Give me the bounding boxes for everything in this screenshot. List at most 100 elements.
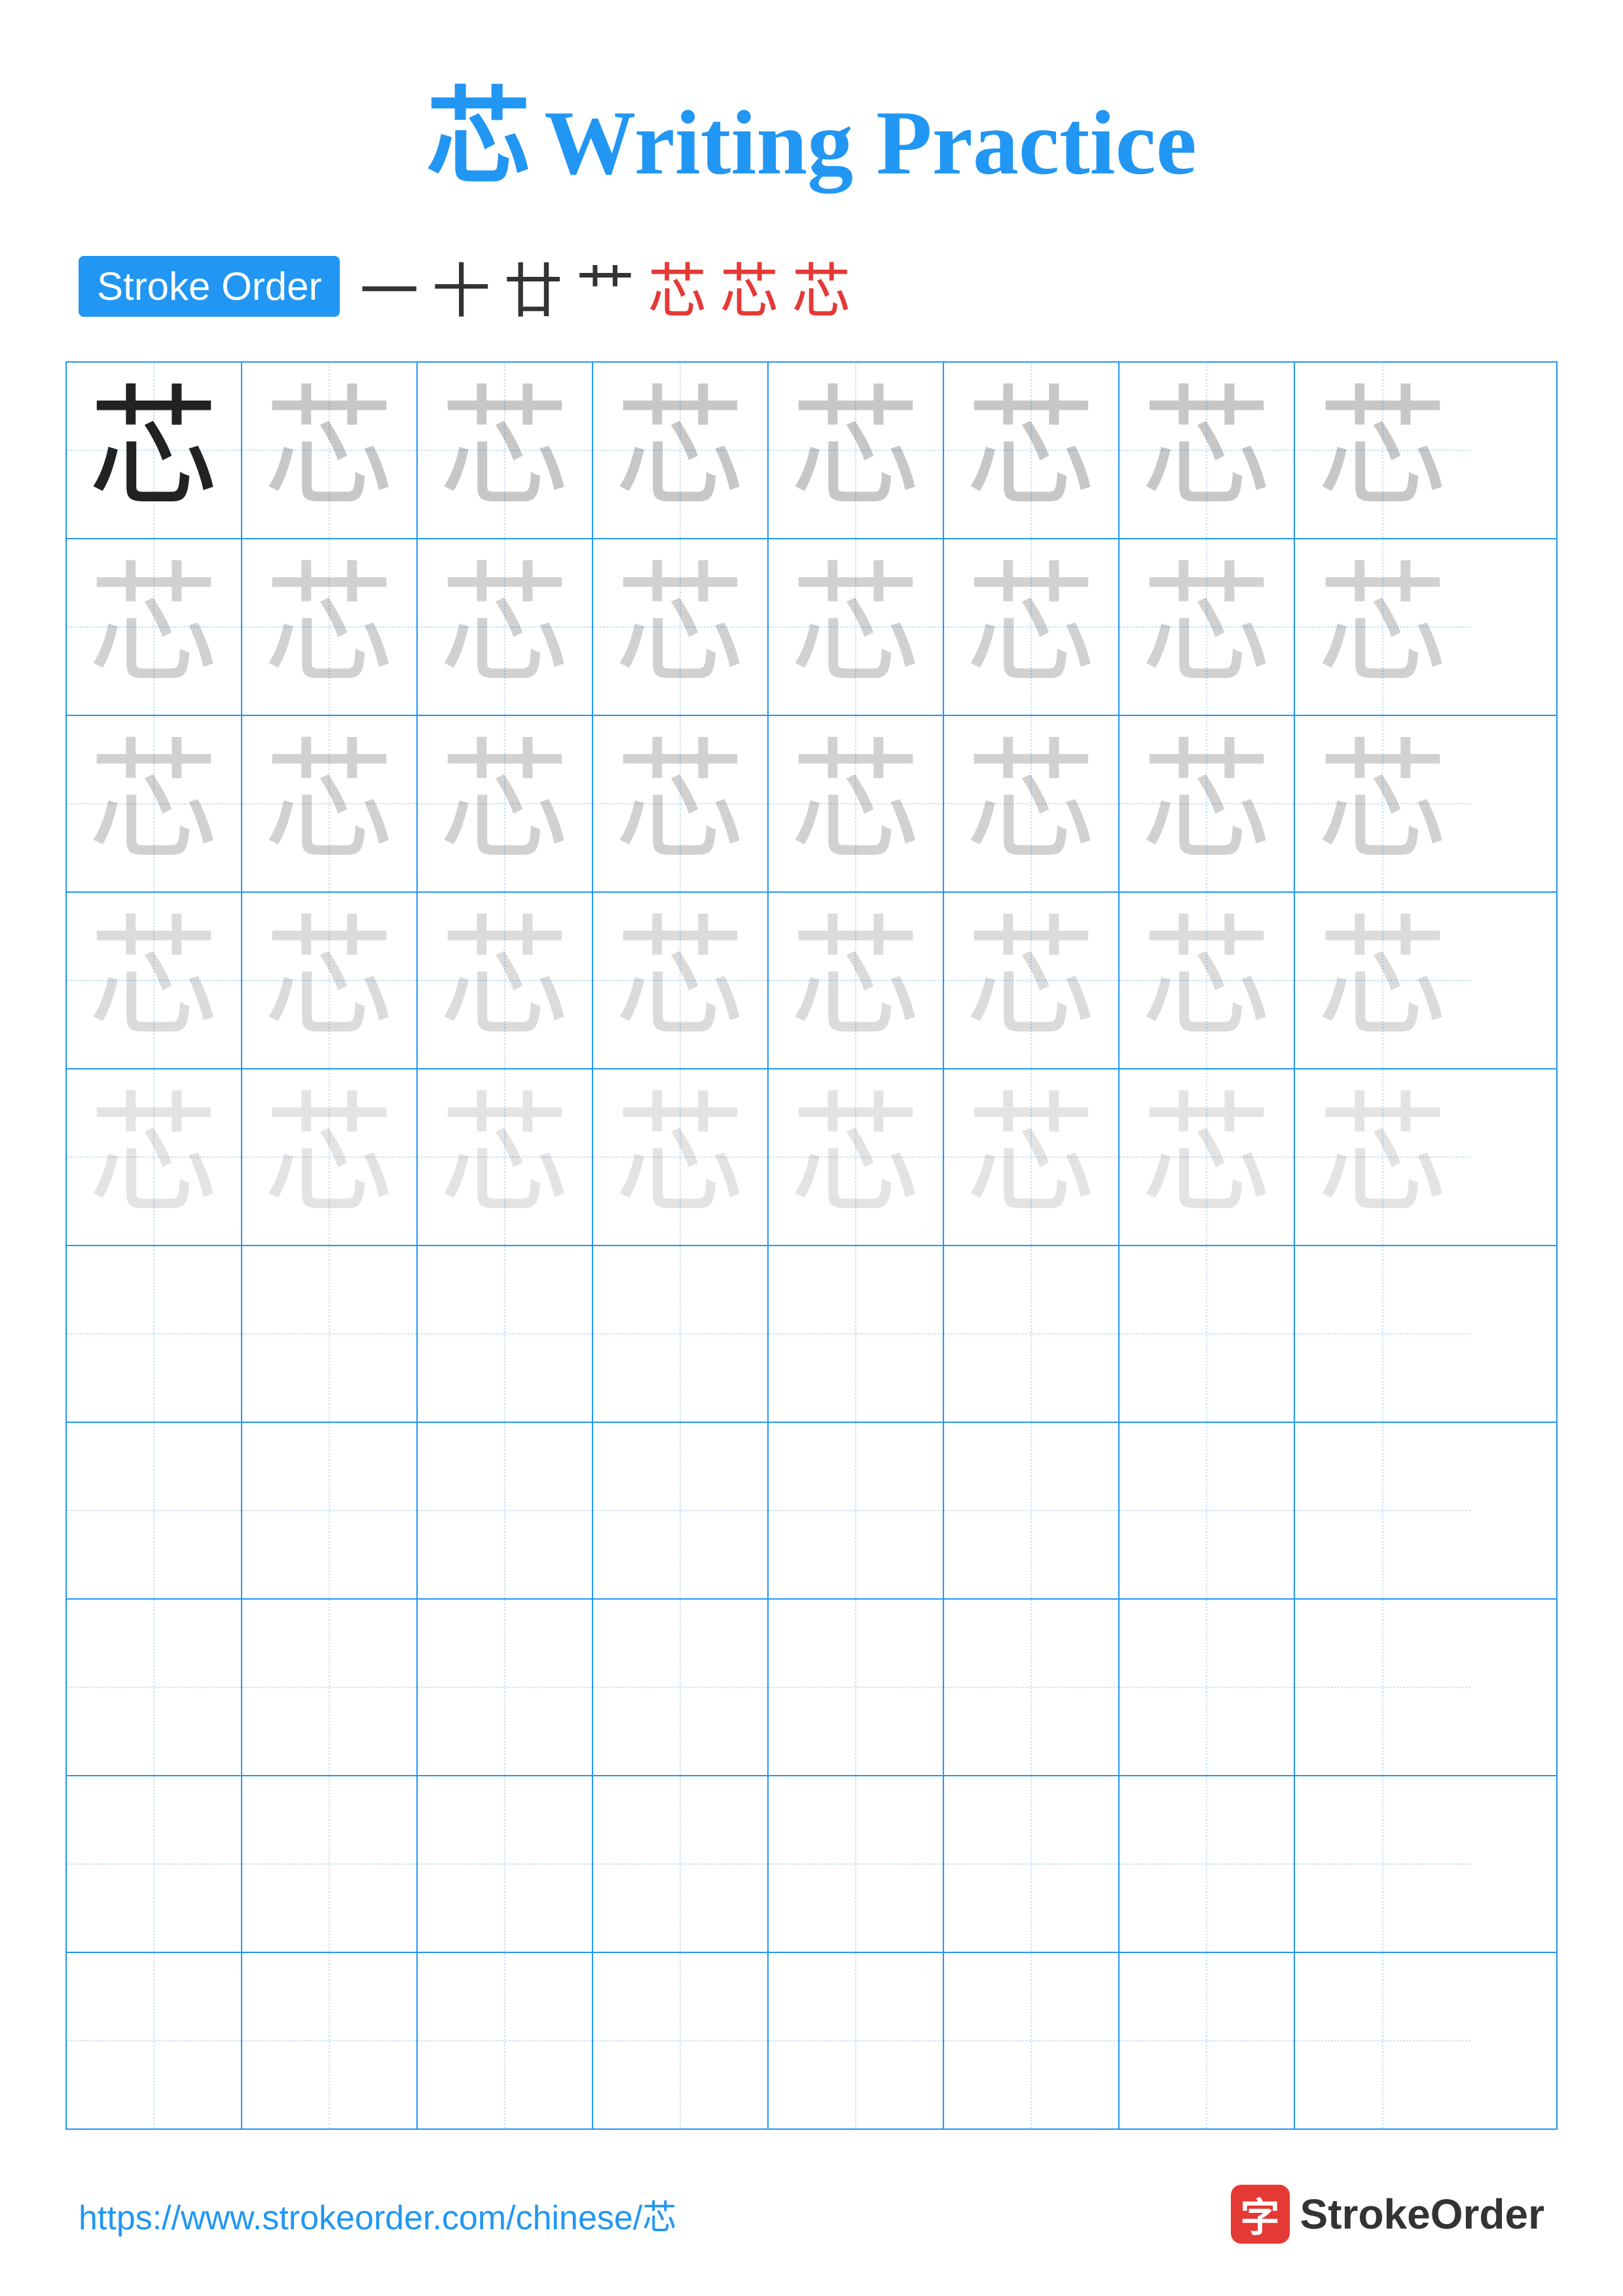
grid-cell[interactable]: 芯: [1120, 539, 1295, 715]
grid-cell[interactable]: [242, 1423, 418, 1598]
grid-cell[interactable]: 芯: [418, 539, 593, 715]
char-display: 芯: [966, 562, 1097, 692]
grid-cell[interactable]: [1120, 1953, 1295, 2128]
grid-cell[interactable]: 芯: [1120, 716, 1295, 891]
grid-cell[interactable]: [1295, 1953, 1470, 2128]
grid-cell[interactable]: 芯: [769, 716, 944, 891]
grid-cell[interactable]: 芯: [1295, 539, 1470, 715]
grid-cell[interactable]: 芯: [418, 363, 593, 538]
stroke-3: 廿: [503, 243, 562, 329]
grid-cell[interactable]: 芯: [944, 716, 1120, 891]
grid-cell[interactable]: 芯: [67, 893, 242, 1068]
char-display: 芯: [1317, 385, 1448, 516]
grid-row: 芯 芯 芯 芯 芯 芯 芯 芯: [67, 539, 1556, 716]
grid-row: [67, 1600, 1556, 1776]
grid-cell[interactable]: [944, 1246, 1120, 1422]
grid-cell[interactable]: 芯: [67, 363, 242, 538]
grid-cell[interactable]: 芯: [1295, 1069, 1470, 1245]
grid-cell[interactable]: [418, 1600, 593, 1775]
grid-cell[interactable]: [67, 1600, 242, 1775]
char-display: 芯: [264, 385, 395, 516]
grid-cell[interactable]: [1295, 1600, 1470, 1775]
grid-cell[interactable]: 芯: [242, 539, 418, 715]
grid-cell[interactable]: 芯: [1120, 363, 1295, 538]
grid-cell[interactable]: [593, 1600, 769, 1775]
grid-cell[interactable]: [242, 1600, 418, 1775]
grid-cell[interactable]: [944, 1776, 1120, 1952]
grid-cell[interactable]: 芯: [593, 716, 769, 891]
grid-cell[interactable]: 芯: [1295, 893, 1470, 1068]
grid-cell[interactable]: 芯: [1120, 893, 1295, 1068]
grid-cell[interactable]: 芯: [67, 1069, 242, 1245]
grid-cell[interactable]: 芯: [242, 716, 418, 891]
grid-cell[interactable]: 芯: [593, 539, 769, 715]
grid-cell[interactable]: [1295, 1246, 1470, 1422]
footer-url[interactable]: https://www.strokeorder.com/chinese/芯: [79, 2190, 676, 2239]
grid-cell[interactable]: 芯: [1295, 363, 1470, 538]
grid-cell[interactable]: 芯: [418, 716, 593, 891]
grid-cell[interactable]: [769, 1423, 944, 1598]
grid-cell[interactable]: [1295, 1776, 1470, 1952]
grid-cell[interactable]: 芯: [769, 539, 944, 715]
grid-cell[interactable]: [769, 1776, 944, 1952]
grid-cell[interactable]: 芯: [593, 1069, 769, 1245]
grid-cell[interactable]: 芯: [418, 893, 593, 1068]
grid-cell[interactable]: [1120, 1600, 1295, 1775]
grid-cell[interactable]: [944, 1600, 1120, 1775]
grid-cell[interactable]: 芯: [593, 363, 769, 538]
grid-row: [67, 1953, 1556, 2128]
grid-cell[interactable]: 芯: [593, 893, 769, 1068]
grid-cell[interactable]: [67, 1246, 242, 1422]
title-text: Writing Practice: [544, 92, 1196, 194]
grid-cell[interactable]: [418, 1246, 593, 1422]
grid-cell[interactable]: 芯: [242, 363, 418, 538]
grid-cell[interactable]: 芯: [242, 1069, 418, 1245]
grid-cell[interactable]: 芯: [944, 539, 1120, 715]
grid-row: 芯 芯 芯 芯 芯 芯 芯 芯: [67, 893, 1556, 1069]
grid-row: 芯 芯 芯 芯 芯 芯 芯 芯: [67, 1069, 1556, 1246]
grid-row: [67, 1423, 1556, 1600]
grid-cell[interactable]: 芯: [67, 539, 242, 715]
grid-cell[interactable]: [67, 1776, 242, 1952]
stroke-1: 一: [359, 243, 418, 329]
grid-cell[interactable]: [1120, 1776, 1295, 1952]
char-display: 芯: [439, 738, 570, 869]
grid-cell[interactable]: [418, 1776, 593, 1952]
grid-cell[interactable]: [944, 1423, 1120, 1598]
grid-cell[interactable]: [1120, 1246, 1295, 1422]
grid-cell[interactable]: [593, 1423, 769, 1598]
grid-cell[interactable]: [593, 1953, 769, 2128]
grid-cell[interactable]: 芯: [418, 1069, 593, 1245]
grid-cell[interactable]: 芯: [1295, 716, 1470, 891]
grid-cell[interactable]: [769, 1246, 944, 1422]
grid-cell[interactable]: 芯: [1120, 1069, 1295, 1245]
grid-cell[interactable]: [418, 1953, 593, 2128]
grid-cell[interactable]: 芯: [769, 893, 944, 1068]
grid-cell[interactable]: [242, 1776, 418, 1952]
grid-cell[interactable]: 芯: [944, 1069, 1120, 1245]
grid-cell[interactable]: [769, 1953, 944, 2128]
grid-cell[interactable]: [242, 1953, 418, 2128]
char-display: 芯: [1141, 385, 1272, 516]
grid-cell[interactable]: [769, 1600, 944, 1775]
grid-cell[interactable]: 芯: [769, 1069, 944, 1245]
grid-cell[interactable]: 芯: [67, 716, 242, 891]
grid-cell[interactable]: [1120, 1423, 1295, 1598]
grid-cell[interactable]: [418, 1423, 593, 1598]
char-display: 芯: [264, 738, 395, 869]
grid-cell[interactable]: 芯: [944, 363, 1120, 538]
char-display: 芯: [1141, 915, 1272, 1046]
grid-cell[interactable]: 芯: [944, 893, 1120, 1068]
char-display: 芯: [264, 562, 395, 692]
grid-cell[interactable]: [593, 1776, 769, 1952]
grid-cell[interactable]: [67, 1423, 242, 1598]
grid-cell[interactable]: 芯: [769, 363, 944, 538]
grid-cell[interactable]: [67, 1953, 242, 2128]
grid-cell[interactable]: 芯: [242, 893, 418, 1068]
footer: https://www.strokeorder.com/chinese/芯 字 …: [0, 2185, 1623, 2244]
char-display: 芯: [1317, 1092, 1448, 1223]
grid-cell[interactable]: [593, 1246, 769, 1422]
grid-cell[interactable]: [242, 1246, 418, 1422]
grid-cell[interactable]: [1295, 1423, 1470, 1598]
grid-cell[interactable]: [944, 1953, 1120, 2128]
